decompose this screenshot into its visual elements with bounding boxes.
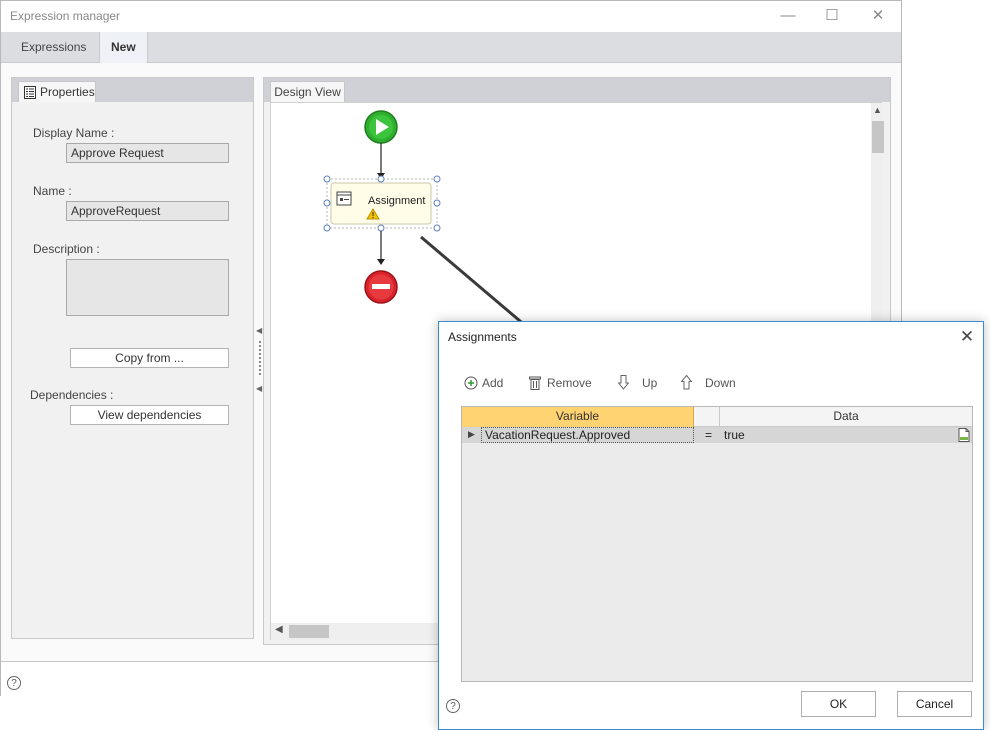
grid-header: Variable Data bbox=[462, 407, 972, 427]
remove-label: Remove bbox=[547, 376, 592, 390]
ok-button[interactable]: OK bbox=[801, 691, 876, 717]
dialog-help-icon[interactable]: ? bbox=[446, 699, 460, 713]
row-expand-icon[interactable]: ▶ bbox=[468, 429, 475, 440]
up-button[interactable]: Up bbox=[618, 374, 657, 392]
add-button[interactable]: Add bbox=[464, 374, 503, 392]
column-header-operator[interactable] bbox=[694, 407, 720, 427]
down-label: Down bbox=[705, 376, 736, 390]
remove-button[interactable]: Remove bbox=[529, 374, 592, 392]
table-row[interactable]: ▶ VacationRequest.Approved = true bbox=[462, 427, 972, 443]
cell-data[interactable]: true bbox=[724, 427, 745, 443]
cell-variable[interactable]: VacationRequest.Approved bbox=[481, 427, 694, 443]
add-label: Add bbox=[482, 376, 504, 390]
dialog-title: Assignments bbox=[448, 330, 517, 344]
expression-editor-icon[interactable] bbox=[958, 428, 970, 442]
assignments-dialog: Assignments ✕ Add Remove Up Down Variabl… bbox=[438, 321, 984, 730]
cancel-button[interactable]: Cancel bbox=[897, 691, 972, 717]
dialog-close-button[interactable]: ✕ bbox=[955, 326, 979, 348]
column-header-variable[interactable]: Variable bbox=[462, 407, 694, 427]
trash-icon bbox=[529, 376, 541, 390]
assignments-grid: Variable Data ▶ VacationRequest.Approved… bbox=[461, 406, 973, 682]
arrow-up-icon bbox=[681, 375, 692, 390]
cell-operator: = bbox=[705, 428, 713, 442]
down-button[interactable]: Down bbox=[681, 374, 736, 392]
column-header-data[interactable]: Data bbox=[720, 407, 972, 427]
arrow-down-icon bbox=[618, 375, 629, 390]
add-icon bbox=[464, 376, 478, 390]
up-label: Up bbox=[642, 376, 658, 390]
